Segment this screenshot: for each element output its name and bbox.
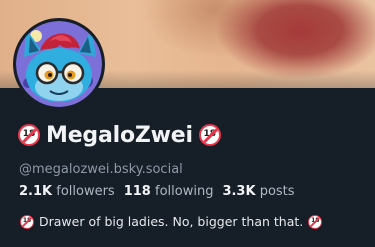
- bio-text: Drawer of big ladies. No, bigger than th…: [39, 214, 304, 229]
- avatar-illustration-icon: [16, 21, 102, 107]
- following-stat[interactable]: 118 following: [124, 184, 214, 199]
- following-label: following: [155, 184, 214, 199]
- adult-content-icon: 18: [198, 124, 221, 146]
- posts-label: posts: [259, 184, 295, 199]
- followers-count: 2.1K: [19, 184, 53, 199]
- display-name-row: 18 MegaloZwei 18: [18, 121, 221, 149]
- followers-stat[interactable]: 2.1K followers: [19, 184, 115, 199]
- adult-content-icon: 18: [20, 214, 34, 229]
- adult-content-icon: 18: [308, 214, 323, 229]
- profile-stats: 2.1K followers 118 following 3.3K posts: [19, 184, 295, 199]
- profile-bio: 18 Drawer of big ladies. No, bigger than…: [20, 214, 323, 229]
- display-name: MegaloZwei: [46, 122, 193, 148]
- adult-content-icon: 18: [18, 124, 40, 146]
- posts-stat: 3.3K posts: [222, 184, 294, 199]
- avatar[interactable]: [13, 18, 105, 110]
- profile-handle: @megalozwei.bsky.social: [19, 162, 183, 177]
- following-count: 118: [123, 184, 151, 199]
- followers-label: followers: [56, 184, 115, 199]
- posts-count: 3.3K: [222, 184, 256, 199]
